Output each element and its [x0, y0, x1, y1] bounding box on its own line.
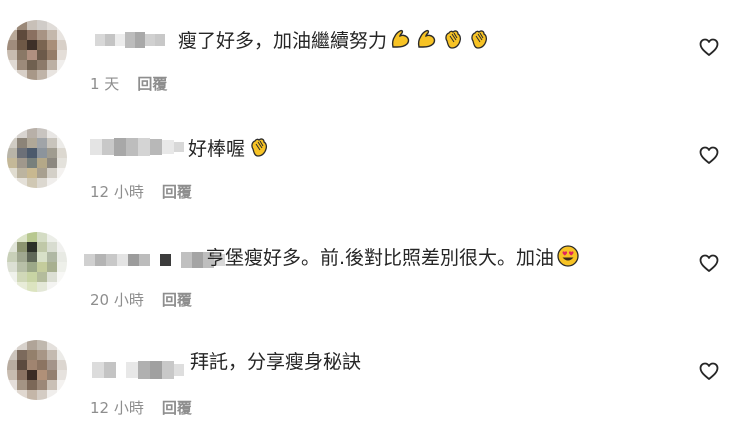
clapping-hands-icon: [471, 30, 488, 49]
reply-button[interactable]: 回覆: [162, 183, 192, 201]
comment-2: 好棒喔 12 小時 回覆: [0, 128, 736, 228]
username-blurred[interactable]: [90, 137, 184, 157]
comment-text: 拜託，分享瘦身秘訣: [190, 350, 361, 374]
username-blurred[interactable]: [95, 30, 165, 50]
comment-meta: 20 小時 回覆: [90, 290, 192, 310]
reply-button[interactable]: 回覆: [162, 399, 192, 417]
avatar[interactable]: [7, 232, 67, 292]
timestamp: 12 小時: [90, 399, 144, 417]
avatar[interactable]: [7, 20, 67, 80]
comment-body: 瘦了好多，加油繼續努力: [178, 30, 388, 52]
comment-text: 瘦了好多，加油繼續努力: [178, 27, 491, 53]
reply-button[interactable]: 回覆: [162, 291, 192, 309]
avatar[interactable]: [7, 128, 67, 188]
like-heart-icon[interactable]: [697, 359, 721, 383]
comment-4: 拜託，分享瘦身秘訣 12 小時 回覆: [0, 340, 736, 440]
flexed-biceps-icon: [391, 29, 410, 48]
timestamp: 1 天: [90, 75, 120, 93]
username-blurred[interactable]: [84, 250, 225, 270]
comment-body: 亨堡瘦好多。前.後對比照差別很大。加油: [206, 247, 555, 269]
timestamp: 20 小時: [90, 291, 144, 309]
clapping-hands-icon: [445, 30, 462, 49]
avatar[interactable]: [7, 340, 67, 400]
reply-button[interactable]: 回覆: [137, 75, 167, 93]
like-heart-icon[interactable]: [697, 35, 721, 59]
comment-1: 瘦了好多，加油繼續努力 1 天回覆: [0, 20, 736, 120]
comment-body: 好棒喔: [188, 138, 246, 160]
timestamp: 12 小時: [90, 183, 144, 201]
username-blurred[interactable]: [92, 360, 184, 380]
like-heart-icon[interactable]: [697, 143, 721, 167]
flexed-biceps-icon: [417, 29, 436, 48]
comment-3: 亨堡瘦好多。前.後對比照差別很大。加油 20 小時 回覆: [0, 232, 736, 332]
like-heart-icon[interactable]: [697, 251, 721, 275]
comment-meta: 12 小時 回覆: [90, 398, 192, 418]
comment-text: 好棒喔: [188, 135, 271, 161]
comment-body: 拜託，分享瘦身秘訣: [190, 351, 362, 373]
comment-meta: 1 天回覆: [90, 74, 167, 94]
clapping-hands-icon: [251, 138, 268, 157]
comment-meta: 12 小時 回覆: [90, 182, 192, 202]
heart-eyes-icon: [557, 245, 579, 267]
comment-text: 亨堡瘦好多。前.後對比照差別很大。加油: [206, 244, 580, 270]
